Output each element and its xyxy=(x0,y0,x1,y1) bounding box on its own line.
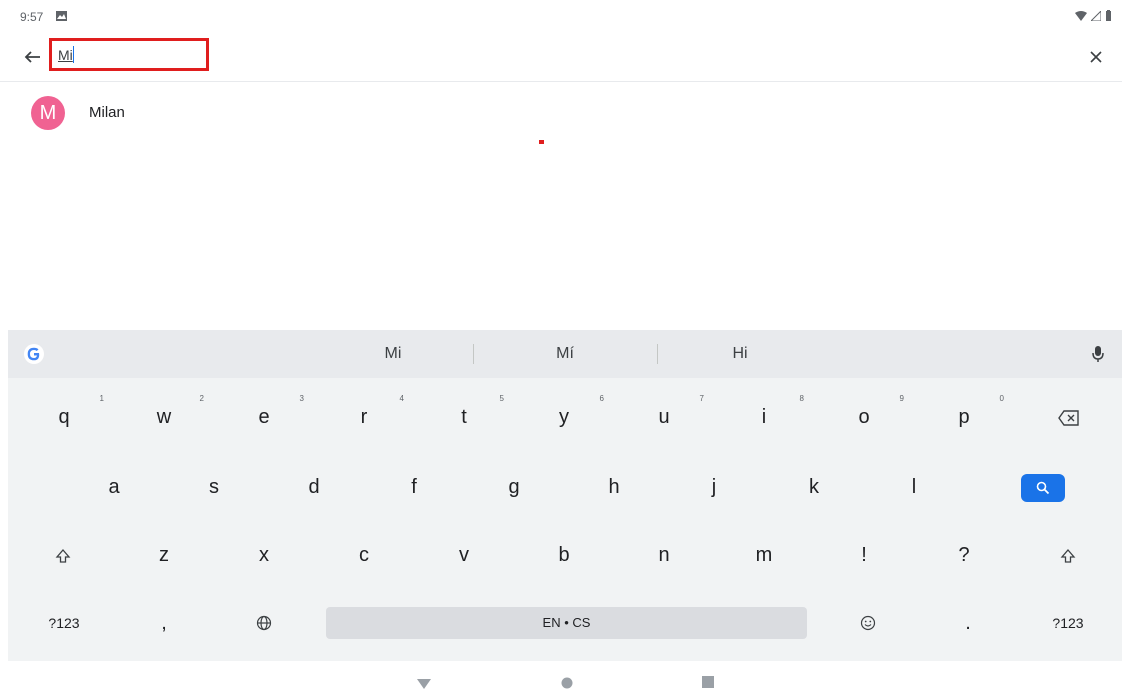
key-hint: 0 xyxy=(999,394,1004,403)
suggestion-3[interactable]: Hi xyxy=(680,345,800,363)
backspace-icon[interactable] xyxy=(1058,410,1080,426)
key-w[interactable]: 2w xyxy=(116,390,212,444)
key-n[interactable]: n xyxy=(616,528,712,582)
shift-left-icon[interactable] xyxy=(55,548,71,564)
key-label: p xyxy=(958,406,970,428)
key-q[interactable]: 1q xyxy=(16,390,112,444)
key-hint: 7 xyxy=(699,394,704,403)
key-hint: 5 xyxy=(499,394,504,403)
key-label: o xyxy=(858,406,870,428)
highlight-box xyxy=(49,38,209,71)
suggestion-divider xyxy=(473,344,474,364)
signal-icon xyxy=(1091,10,1101,21)
key-label: t xyxy=(461,406,467,428)
key-hint: 1 xyxy=(99,394,104,403)
suggestion-divider xyxy=(657,344,658,364)
symbols-key-left[interactable]: ?123 xyxy=(16,596,112,650)
suggestion-2[interactable]: Mí xyxy=(505,345,625,363)
status-time: 9:57 xyxy=(20,10,44,24)
key-c[interactable]: c xyxy=(316,528,412,582)
key-hint: 9 xyxy=(899,394,904,403)
key-b[interactable]: b xyxy=(516,528,612,582)
globe-icon[interactable] xyxy=(256,615,272,631)
avatar: M xyxy=(31,96,65,130)
key-z[interactable]: z xyxy=(116,528,212,582)
close-icon[interactable] xyxy=(1084,45,1108,69)
key-hint: 2 xyxy=(199,394,204,403)
period-key[interactable]: . xyxy=(920,596,1016,650)
back-arrow-icon[interactable] xyxy=(20,45,44,69)
key-f[interactable]: f xyxy=(366,460,462,514)
key-r[interactable]: 4r xyxy=(316,390,412,444)
suggestion-bar: Mi Mí Hi xyxy=(8,330,1122,378)
search-icon xyxy=(1036,481,1050,495)
key-label: e xyxy=(258,406,270,428)
wifi-icon xyxy=(1075,10,1087,21)
home-nav-icon[interactable] xyxy=(561,677,573,689)
key-l[interactable]: l xyxy=(866,460,962,514)
key-v[interactable]: v xyxy=(416,528,512,582)
key-p[interactable]: 0p xyxy=(916,390,1012,444)
gallery-notification-icon xyxy=(56,11,67,21)
key-y[interactable]: 6y xyxy=(516,390,612,444)
navigation-bar xyxy=(0,661,1122,691)
shift-right-icon[interactable] xyxy=(1060,548,1076,564)
space-key[interactable]: EN • CS xyxy=(326,607,807,639)
key-hint: 3 xyxy=(299,394,304,403)
key-question[interactable]: ? xyxy=(916,528,1012,582)
battery-icon xyxy=(1106,10,1111,21)
key-o[interactable]: 9o xyxy=(816,390,912,444)
key-hint: 4 xyxy=(399,394,404,403)
red-marker xyxy=(539,140,544,144)
key-m[interactable]: m xyxy=(716,528,812,582)
status-bar: 9:57 xyxy=(0,0,1122,32)
key-label: r xyxy=(360,406,368,428)
key-x[interactable]: x xyxy=(216,528,312,582)
key-h[interactable]: h xyxy=(566,460,662,514)
emoji-icon[interactable] xyxy=(860,615,876,631)
key-j[interactable]: j xyxy=(666,460,762,514)
key-label: i xyxy=(761,406,767,428)
key-u[interactable]: 7u xyxy=(616,390,712,444)
key-label: u xyxy=(658,406,670,428)
suggestion-1[interactable]: Mi xyxy=(333,345,453,363)
key-label: y xyxy=(559,406,569,428)
contact-name: Milan xyxy=(89,104,125,121)
google-icon[interactable] xyxy=(24,344,44,364)
search-bar: Mi xyxy=(0,32,1122,82)
recents-nav-icon[interactable] xyxy=(702,676,714,688)
key-g[interactable]: g xyxy=(466,460,562,514)
back-nav-icon[interactable] xyxy=(417,679,431,689)
status-icons xyxy=(1075,10,1112,21)
symbols-key-right[interactable]: ?123 xyxy=(1020,596,1116,650)
keyboard: Mi Mí Hi ?123 , EN • CS . ?123 1 q 2 w 3… xyxy=(8,330,1122,661)
key-a[interactable]: a xyxy=(66,460,162,514)
key-label: w xyxy=(156,406,172,428)
search-key[interactable] xyxy=(1021,474,1065,502)
key-exclamation[interactable]: ! xyxy=(816,528,912,582)
key-k[interactable]: k xyxy=(766,460,862,514)
key-e[interactable]: 3e xyxy=(216,390,312,444)
contact-result-row[interactable]: M Milan xyxy=(0,90,1122,136)
comma-key[interactable]: , xyxy=(116,596,212,650)
key-hint: 8 xyxy=(799,394,804,403)
microphone-icon[interactable] xyxy=(1090,344,1106,364)
key-label: q xyxy=(58,406,70,428)
key-i[interactable]: 8i xyxy=(716,390,812,444)
key-t[interactable]: 5t xyxy=(416,390,512,444)
key-hint: 6 xyxy=(599,394,604,403)
key-d[interactable]: d xyxy=(266,460,362,514)
key-s[interactable]: s xyxy=(166,460,262,514)
